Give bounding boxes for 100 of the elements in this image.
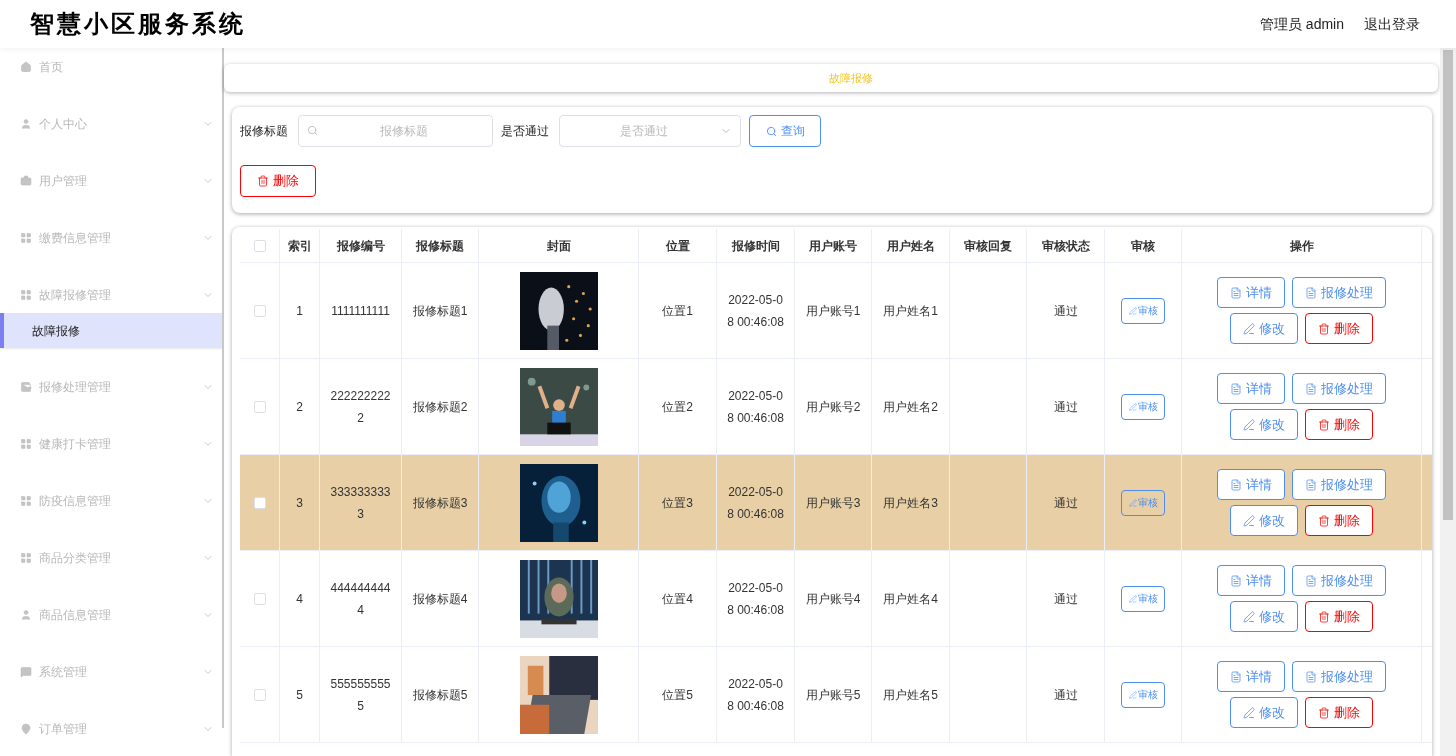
document-icon — [1305, 478, 1317, 491]
delete-button[interactable]: 删除 — [240, 165, 316, 197]
sidebar-item[interactable]: 故障报修管理 — [0, 276, 222, 313]
table-cell-text: 2022-05-08 00:46:08 — [727, 579, 784, 619]
scrollbar[interactable] — [222, 48, 224, 728]
trash-icon — [1318, 322, 1330, 335]
edit-button[interactable]: 修改 — [1230, 505, 1298, 536]
grid-icon — [20, 494, 32, 507]
table-cell-text: 3 — [296, 494, 303, 512]
column-header: 审核回复 — [950, 229, 1027, 262]
table-cell-text: 报修标题1 — [412, 302, 468, 320]
table-cell-text: 用户账号3 — [805, 494, 861, 512]
sidebar-item[interactable]: 商品分类管理 — [0, 539, 222, 576]
edit-button[interactable]: 修改 — [1230, 697, 1298, 728]
table-cell-text: 用户姓名1 — [883, 302, 938, 320]
action-button[interactable]: 详情 — [1217, 469, 1285, 500]
document-icon — [1230, 286, 1242, 299]
pen-icon — [1128, 306, 1137, 315]
table-cell-text: 4444444444 — [330, 579, 391, 619]
table-row[interactable]: 5 5555555555 报修标题5 位置5 2022-05-08 00:46:08 用户账号5 用户姓名5 通过 审核 详情 报修处理 修改 删除 — [240, 647, 1432, 743]
table-row[interactable]: 3 3333333333 报修标题3 位置3 2022-05-08 00:46:08 用户账号3 用户姓名3 通过 审核 详情 报修处理 修改 删除 — [240, 455, 1432, 551]
delete-button[interactable]: 删除 — [1305, 697, 1373, 728]
column-header: 用户姓名 — [872, 229, 950, 262]
sidebar-item[interactable]: 缴费信息管理 — [0, 219, 222, 256]
table-cell-text: 4 — [296, 590, 303, 608]
review-button[interactable]: 审核 — [1121, 297, 1165, 324]
row-checkbox[interactable] — [253, 496, 266, 509]
edit-button[interactable]: 修改 — [1230, 313, 1298, 344]
table-cell-text: 用户账号5 — [805, 686, 861, 704]
table-cell-text: 报修标题2 — [412, 398, 468, 416]
table-cell-text: 通过 — [1053, 590, 1078, 608]
table-row[interactable]: 1 1111111111 报修标题1 位置1 2022-05-08 00:46:08 用户账号1 用户姓名1 通过 审核 详情 报修处理 修改 删除 — [240, 263, 1432, 359]
review-button[interactable]: 审核 — [1121, 681, 1165, 708]
delete-button[interactable]: 删除 — [1305, 601, 1373, 632]
briefcase-icon — [20, 174, 32, 187]
delete-button[interactable]: 删除 — [1305, 505, 1373, 536]
action-button[interactable]: 报修处理 — [1292, 661, 1386, 692]
trash-icon — [257, 175, 269, 187]
select-field[interactable]: 是否通过 — [559, 115, 741, 147]
row-checkbox[interactable] — [253, 304, 266, 317]
field-label: 报修标题 — [240, 123, 288, 140]
table-cell-text: 用户账号4 — [805, 590, 861, 608]
sidebar-item[interactable]: 报修处理管理 — [0, 368, 222, 405]
table-row[interactable]: 2 2222222222 报修标题2 位置2 2022-05-08 00:46:08 用户账号2 用户姓名2 通过 审核 详情 报修处理 修改 删除 — [240, 359, 1432, 455]
sidebar-item[interactable]: 健康打卡管理 — [0, 425, 222, 462]
sidebar-item[interactable]: 系统管理 — [0, 653, 222, 690]
document-icon — [1230, 670, 1242, 683]
pen-icon — [1128, 402, 1137, 411]
sidebar-item[interactable]: 商品信息管理 — [0, 596, 222, 633]
delete-button[interactable]: 删除 — [1305, 409, 1373, 440]
scrollbar-thumb[interactable] — [1443, 50, 1453, 520]
sidebar-item[interactable]: 用户管理 — [0, 162, 222, 199]
review-button[interactable]: 审核 — [1121, 489, 1165, 516]
logout-link[interactable]: 退出登录 — [1364, 13, 1420, 35]
action-button[interactable]: 报修处理 — [1292, 469, 1386, 500]
row-checkbox[interactable] — [253, 592, 266, 605]
sidebar-item[interactable]: 防疫信息管理 — [0, 482, 222, 519]
document-icon — [1305, 382, 1317, 395]
trash-icon — [1318, 514, 1330, 527]
document-icon — [1305, 574, 1317, 587]
user-icon — [20, 608, 32, 621]
action-button[interactable]: 报修处理 — [1292, 277, 1386, 308]
home-icon — [20, 60, 32, 73]
table-cell-text: 2022-05-08 00:46:08 — [727, 483, 784, 523]
select-all-checkbox[interactable] — [253, 239, 266, 252]
edit-button[interactable]: 修改 — [1230, 409, 1298, 440]
action-button[interactable]: 报修处理 — [1292, 565, 1386, 596]
action-button[interactable]: 报修处理 — [1292, 373, 1386, 404]
column-header: 审核状态 — [1027, 229, 1105, 262]
review-button[interactable]: 审核 — [1121, 585, 1165, 612]
sidebar-item[interactable]: 首页 — [0, 48, 222, 85]
search-field[interactable]: 报修标题 — [298, 115, 493, 147]
review-button[interactable]: 审核 — [1121, 393, 1165, 420]
sidebar-item[interactable]: 订单管理 — [0, 710, 222, 747]
grid-icon — [20, 231, 32, 244]
trash-icon — [1318, 610, 1330, 623]
action-button[interactable]: 详情 — [1217, 277, 1285, 308]
sidebar-item[interactable]: 个人中心 — [0, 105, 222, 142]
search-button[interactable]: 查询 — [749, 115, 821, 147]
edit-button[interactable]: 修改 — [1230, 601, 1298, 632]
action-button[interactable]: 详情 — [1217, 661, 1285, 692]
action-button[interactable]: 详情 — [1217, 373, 1285, 404]
action-button[interactable]: 详情 — [1217, 565, 1285, 596]
row-checkbox[interactable] — [253, 400, 266, 413]
table-cell-text: 用户姓名3 — [883, 494, 938, 512]
table-cell-text: 报修标题4 — [412, 590, 468, 608]
table-row[interactable]: 4 4444444444 报修标题4 位置4 2022-05-08 00:46:08 用户账号4 用户姓名4 通过 审核 详情 报修处理 修改 删除 — [240, 551, 1432, 647]
grid-icon — [20, 288, 32, 301]
column-header: 封面 — [479, 229, 639, 262]
sidebar-subitem[interactable]: 故障报修 — [0, 313, 222, 348]
wallet-icon — [20, 380, 32, 393]
document-icon — [1230, 382, 1242, 395]
column-header: 索引 — [280, 229, 320, 262]
app-title: 智慧小区服务系统 — [30, 8, 246, 40]
column-header: 位置 — [639, 229, 717, 262]
table-cell-text: 5555555555 — [330, 675, 391, 715]
delete-button[interactable]: 删除 — [1305, 313, 1373, 344]
grid-icon — [20, 551, 32, 564]
table-cell-text: 通过 — [1053, 686, 1078, 704]
row-checkbox[interactable] — [253, 688, 266, 701]
